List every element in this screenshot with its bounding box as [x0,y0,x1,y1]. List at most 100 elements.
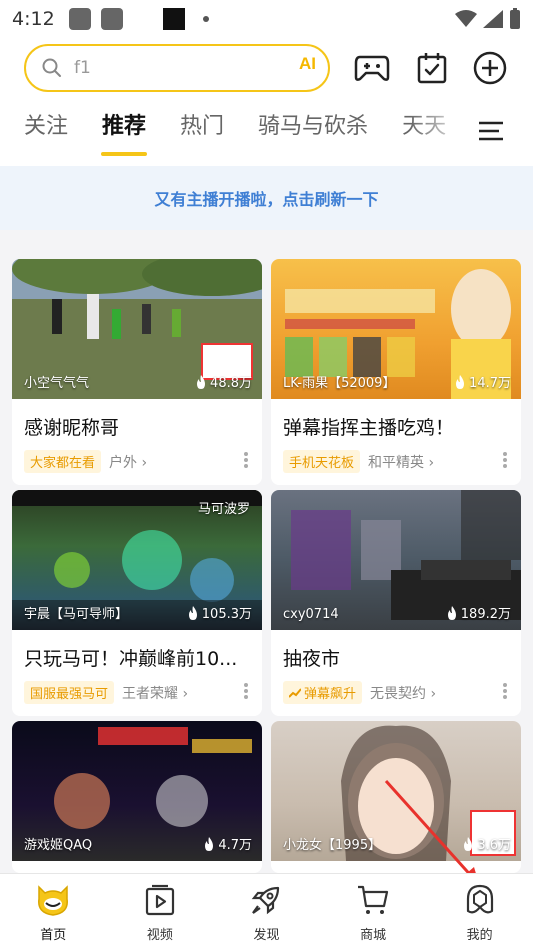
refresh-banner-text: 又有主播开播啦，点击刷新一下 [154,190,379,209]
nav-label: 首页 [40,928,67,943]
search-icon [42,58,61,77]
bottom-navigation: 首页 视频 发现 商城 我的 [0,873,533,949]
card-viewers: 48.8万 [195,372,252,391]
card-title: 抽夜市 [283,648,341,670]
live-card[interactable]: 小空气气气 48.8万 感谢昵称哥 大家都在看 户外 › [12,259,262,485]
card-overlay-name: 马可波罗 [197,502,250,517]
tab-recommend[interactable]: 推荐 [102,108,146,140]
card-viewers: 14.7万 [454,372,511,391]
nav-label: 发现 [253,928,280,943]
more-notifications-icon [202,16,209,22]
card-meta: 大家都在看 户外 › [12,440,262,485]
card-thumbnail: 小空气气气 48.8万 [12,259,262,399]
wifi-icon [455,10,477,27]
card-meta: 国服最强马可 王者荣耀 › [12,671,262,716]
tab-follow[interactable]: 关注 [24,108,68,140]
tab-mount-and-blade[interactable]: 骑马与砍杀 [258,108,368,140]
video-icon [142,882,178,918]
card-viewer-count: 105.3万 [201,607,252,622]
card-streamer-name: 游戏姬QAQ [24,838,93,853]
more-options-icon[interactable] [244,452,248,468]
card-meta: 手机天花板 和平精英 › [271,440,521,485]
more-options-icon[interactable] [244,683,248,699]
card-streamer-name: 小龙女【1995】 [283,838,382,853]
card-viewers: 3.6万 [462,834,511,853]
card-streamer-name: 宇晨【马可导师】 [24,607,129,622]
search-input[interactable] [74,58,274,78]
flame-icon [205,836,214,851]
card-title: 只玩马可！冲巅峰前10... [24,648,238,670]
menu-icon[interactable] [477,120,505,142]
flame-icon [197,374,206,389]
nav-home[interactable]: 首页 [0,874,107,949]
flame-icon [447,605,456,620]
refresh-banner[interactable]: 又有主播开播啦，点击刷新一下 [0,166,533,230]
battery-icon [510,8,520,29]
more-options-icon[interactable] [503,683,507,699]
card-viewer-count: 4.7万 [218,838,252,853]
card-viewer-count: 48.8万 [210,376,252,391]
card-tag: 弹幕飙升 [283,681,363,704]
card-streamer-name: 小空气气气 [24,376,90,391]
search-box[interactable]: AI [24,44,330,92]
nav-label: 商城 [360,928,387,943]
flame-icon [188,605,197,620]
card-viewers: 189.2万 [446,603,511,622]
calendar-check-icon[interactable] [412,48,452,88]
live-card[interactable]: 小龙女【1995】 3.6万 [271,721,521,873]
ai-search-button[interactable]: AI [299,54,316,74]
nav-label: 我的 [466,928,493,943]
card-viewer-count: 3.6万 [477,838,511,853]
live-card[interactable]: cxy0714 189.2万 抽夜市 弹幕飙升 无畏契约 › [271,490,521,716]
card-thumbnail: 马可波罗 宇晨【马可导师】 105.3万 [12,490,262,630]
card-category[interactable]: 王者荣耀 › [122,683,188,703]
live-card[interactable]: 游戏姬QAQ 4.7万 [12,721,262,873]
card-viewers: 105.3万 [187,603,252,622]
more-options-icon[interactable] [503,452,507,468]
nav-mall[interactable]: 商城 [320,874,427,949]
card-thumbnail: LK-雨果【52009】 14.7万 [271,259,521,399]
tab-hot[interactable]: 热门 [180,108,224,140]
card-category[interactable]: 无畏契约 › [370,683,436,703]
cart-icon [355,882,391,918]
nav-profile[interactable]: 我的 [426,874,533,949]
header: AI 关注 推荐 热门 骑马与砍杀 天天 [0,38,533,166]
card-title: 感谢昵称哥 [24,417,120,439]
card-thumbnail: cxy0714 189.2万 [271,490,521,630]
card-viewer-count: 14.7万 [469,376,511,391]
nav-label: 视频 [146,928,173,943]
card-tag: 大家都在看 [24,450,102,473]
card-tag: 手机天花板 [283,450,361,473]
notification-icon [100,8,123,30]
notification-icon [162,8,185,30]
card-title: 弹幕指挥主播吃鸡！ [283,417,455,439]
flame-icon [456,374,465,389]
status-time: 4:12 [12,8,55,30]
tab-fade [410,108,470,148]
gamepad-icon[interactable] [352,48,392,88]
card-viewer-count: 189.2万 [460,607,511,622]
rocket-icon [248,882,284,918]
card-thumbnail: 游戏姬QAQ 4.7万 [12,721,262,861]
nav-video[interactable]: 视频 [107,874,214,949]
card-thumbnail: 小龙女【1995】 3.6万 [271,721,521,861]
status-bar: 4:12 [0,0,533,38]
nav-discover[interactable]: 发现 [213,874,320,949]
card-viewers: 4.7万 [203,834,252,853]
card-streamer-name: cxy0714 [283,607,339,622]
card-category[interactable]: 户外 › [109,452,147,472]
add-icon[interactable] [470,48,510,88]
status-right [455,8,521,30]
notification-icon [68,8,91,30]
card-tag: 国服最强马可 [24,681,115,704]
live-card[interactable]: LK-雨果【52009】 14.7万 弹幕指挥主播吃鸡！ 手机天花板 和平精英 … [271,259,521,485]
home-mascot-icon [35,882,71,918]
live-card[interactable]: 马可波罗 宇晨【马可导师】 105.3万 只玩马可！冲巅峰前10... 国服最强… [12,490,262,716]
flame-icon [464,836,473,851]
signal-icon [483,10,503,28]
profile-icon [462,882,498,918]
card-meta: 弹幕飙升 无畏契约 › [271,671,521,716]
card-streamer-name: LK-雨果【52009】 [283,376,396,391]
trending-up-icon [289,687,301,698]
card-category[interactable]: 和平精英 › [368,452,434,472]
